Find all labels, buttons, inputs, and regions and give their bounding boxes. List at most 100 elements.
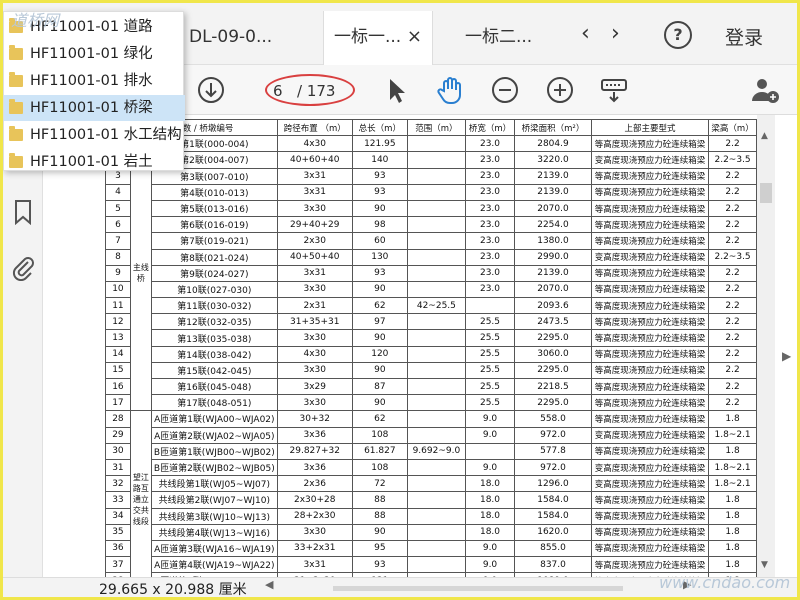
tab-prev-arrow-icon[interactable]: ‹ [581,21,590,46]
vertical-scrollbar[interactable]: ▲ ▼ [757,115,775,577]
header-cell: 桥宽（m） [464,118,516,137]
height-cell: 1.8 [708,410,757,428]
bridge-name-cell: 共线段第1联(WJ05~WJ07) [150,475,278,493]
folder-menu-item[interactable]: HF11001-01 桥梁 [4,95,185,121]
bridge-name-cell: A匝道第3联(WJA16~WJA19) [150,539,278,558]
site-watermark-top: 道桥网 [11,11,60,30]
add-user-icon[interactable] [750,75,780,105]
select-pointer-icon[interactable] [381,75,411,105]
current-page-input[interactable]: 6 [273,82,283,100]
structure-cell: 变高度现浇预应力砼连续箱梁 [590,426,710,444]
scroll-down-arrow-icon[interactable]: ▼ [761,560,768,570]
area-cell: 972.0 [514,426,592,444]
page-size-readout: 29.665 x 20.988 厘米 [99,582,247,597]
structure-cell: 等高度现浇预应力砼连续箱梁 [590,410,710,428]
span-cell: 2x30 [276,232,353,250]
header-cell: 梁高（m） [708,118,757,137]
height-cell: 1.8~2.1 [708,426,757,444]
folder-menu-item[interactable]: HF11001-01 绿化 [4,41,185,67]
scroll-thumb[interactable] [760,183,772,203]
scroll-up-arrow-icon[interactable]: ▲ [761,131,768,141]
row-number-cell: 14 [105,345,131,363]
area-cell: 2990.0 [514,248,592,266]
table-row: 7 第7联(019-021) 2x30 60 23.0 1380.0 等高度现浇预应力砼连续… [105,232,757,250]
width-cell: 25.5 [464,377,516,396]
length-cell: 90 [351,523,408,541]
range-cell [406,491,466,509]
area-cell: 2070.0 [514,199,592,218]
page-indicator[interactable]: 6 / 173 [265,74,355,106]
width-cell: 23.0 [464,199,516,218]
row-number-cell: 11 [105,297,131,315]
area-cell: 1584.0 [514,491,592,509]
table-row: 33 共线段第2联(WJ07~WJ10) 2x30+28 88 18.0 1584.0 等高… [105,491,757,509]
hand-tool-icon[interactable] [435,75,465,105]
zoom-in-icon[interactable] [545,75,575,105]
horizontal-scrollbar[interactable] [333,586,623,591]
tab-yibiao-er[interactable]: 一标二... [433,13,568,61]
app-window: DL-09-0... 一标一... × 一标二... ‹ › ? 登录 6 / … [3,3,797,597]
height-cell: 2.2 [708,264,757,282]
document-viewport[interactable]: 线数 / 桥墩编号 跨径布置 （m） 总长（m） 范围（m） 桥宽（m） 桥梁面积（m²）… [43,115,757,577]
collapse-right-arrow-icon[interactable]: ▶ [782,349,791,363]
width-cell: 23.0 [464,183,516,201]
folder-menu-item[interactable]: HF11001-01 岩土 [4,149,185,175]
length-cell: 90 [351,280,408,299]
group-label-cell: 主线桥 [129,135,152,412]
table-row: 9 第9联(024-027) 3x31 93 23.0 2139.0 等高度现浇预应力砼连续… [105,264,757,282]
range-cell [406,329,466,347]
download-icon[interactable] [196,75,226,105]
folder-menu-item[interactable]: HF11001-01 排水 [4,68,185,94]
table-row: 12 第12联(032-035) 31+35+31 97 25.5 2473.5 等高度现浇… [105,313,757,331]
width-cell: 23.0 [464,264,516,282]
bridge-name-cell: 第9联(024-027) [150,264,278,282]
area-cell: 2139.0 [514,183,592,201]
tab-dl-09[interactable]: DL-09-0... [185,13,323,61]
folder-menu-label: HF11001-01 岩土 [30,154,153,170]
length-cell: 108 [351,458,408,477]
range-cell [406,426,466,444]
table-row: 6 第6联(016-019) 29+40+29 98 23.0 2254.0 等高度现浇预应… [105,216,757,234]
folder-menu-item[interactable]: HF11001-01 水工结构 [4,122,185,148]
width-cell: 25.5 [464,329,516,347]
help-icon[interactable]: ? [664,21,692,49]
tab-active-document[interactable]: 一标一... × [323,11,433,65]
login-button[interactable]: 登录 [725,23,763,50]
zoom-out-icon[interactable] [490,75,520,105]
hscroll-left-arrow-icon[interactable]: ◀ [265,578,273,591]
area-cell: 2093.6 [514,297,592,315]
area-cell: 972.0 [514,458,592,477]
range-cell: 9.692~9.0 [406,442,466,460]
row-number-cell: 8 [105,248,131,266]
fit-page-icon[interactable] [599,75,629,105]
row-number-cell: 36 [105,539,131,558]
folder-menu-label: HF11001-01 绿化 [30,46,153,62]
row-number-cell: 16 [105,377,131,396]
width-cell [464,297,516,315]
width-cell: 25.5 [464,394,516,412]
bridge-name-cell: B匝道第1联(WJB00~WJB02) [150,442,278,460]
table-row: 34 共线段第3联(WJ10~WJ13) 28+2x30 88 18.0 1584.0 等高… [105,507,757,525]
span-cell: 3x30 [276,523,353,541]
tab-close-icon[interactable]: × [407,13,422,61]
structure-cell: 等高度现浇预应力砼连续箱梁 [590,507,710,525]
length-cell: 121.95 [351,135,408,153]
bookmark-icon[interactable] [14,199,32,225]
range-cell [406,199,466,218]
area-cell: 3220.0 [514,151,592,169]
table-row: 28 望江路互通立交共线段 A匝道第1联(WJA00~WJA02) 30+32 62 9.… [105,410,757,577]
table-row: 11 第11联(030-032) 2x31 62 42~25.5 2093.6 等高度现浇预… [105,297,757,315]
area-cell: 2295.0 [514,394,592,412]
table-row: 8 第8联(021-024) 40+50+40 130 23.0 2990.0 变高度现浇预… [105,248,757,266]
table-row: 14 第14联(038-042) 4x30 120 25.5 3060.0 等高度现浇预应力… [105,345,757,363]
tab-next-arrow-icon[interactable]: › [611,21,620,46]
left-sidebar [3,115,43,577]
range-cell [406,313,466,331]
bridge-name-cell: 第17联(048-051) [150,394,278,412]
bridge-name-cell: 第16联(045-048) [150,377,278,396]
attachment-icon[interactable] [11,253,35,281]
table-row: 31 B匝道第2联(WJB02~WJB05) 3x36 108 9.0 972.0 变高度现… [105,458,757,477]
length-cell: 93 [351,264,408,282]
area-cell: 2473.5 [514,313,592,331]
range-cell [406,394,466,412]
